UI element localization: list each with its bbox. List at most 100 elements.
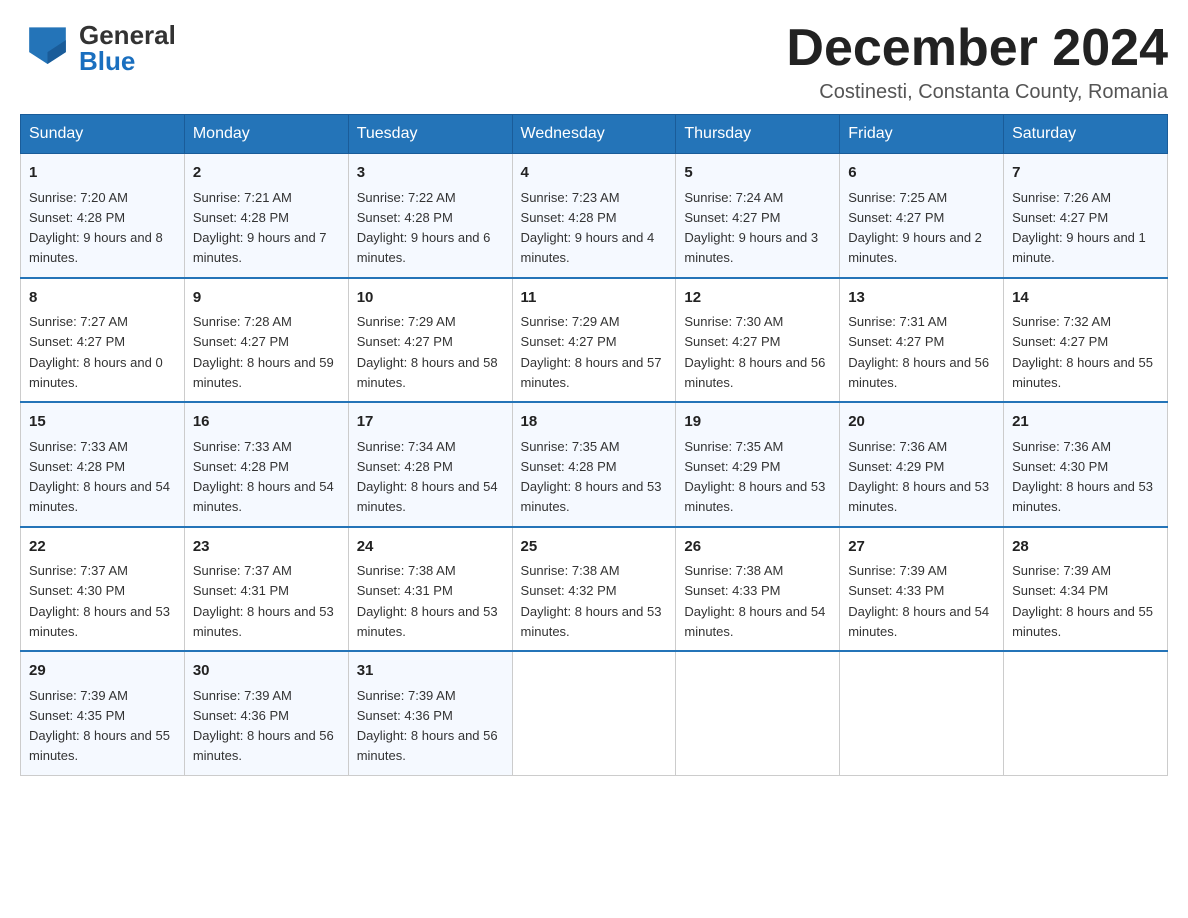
day-number: 27 xyxy=(848,536,995,559)
day-info: Sunrise: 7:32 AMSunset: 4:27 PMDaylight:… xyxy=(1012,314,1153,390)
calendar-cell xyxy=(1004,651,1168,775)
day-number: 28 xyxy=(1012,536,1159,559)
calendar-cell: 1 Sunrise: 7:20 AMSunset: 4:28 PMDayligh… xyxy=(21,154,185,278)
calendar-week-1: 1 Sunrise: 7:20 AMSunset: 4:28 PMDayligh… xyxy=(21,154,1168,278)
calendar-cell: 14 Sunrise: 7:32 AMSunset: 4:27 PMDaylig… xyxy=(1004,278,1168,403)
day-info: Sunrise: 7:27 AMSunset: 4:27 PMDaylight:… xyxy=(29,314,163,390)
day-info: Sunrise: 7:28 AMSunset: 4:27 PMDaylight:… xyxy=(193,314,334,390)
calendar-cell: 20 Sunrise: 7:36 AMSunset: 4:29 PMDaylig… xyxy=(840,402,1004,527)
day-number: 20 xyxy=(848,411,995,434)
day-info: Sunrise: 7:39 AMSunset: 4:36 PMDaylight:… xyxy=(193,688,334,764)
calendar-cell: 25 Sunrise: 7:38 AMSunset: 4:32 PMDaylig… xyxy=(512,527,676,652)
day-info: Sunrise: 7:30 AMSunset: 4:27 PMDaylight:… xyxy=(684,314,825,390)
weekday-header-friday: Friday xyxy=(840,115,1004,154)
calendar-cell: 8 Sunrise: 7:27 AMSunset: 4:27 PMDayligh… xyxy=(21,278,185,403)
calendar-cell: 10 Sunrise: 7:29 AMSunset: 4:27 PMDaylig… xyxy=(348,278,512,403)
calendar-cell: 22 Sunrise: 7:37 AMSunset: 4:30 PMDaylig… xyxy=(21,527,185,652)
day-number: 30 xyxy=(193,660,340,683)
day-info: Sunrise: 7:37 AMSunset: 4:31 PMDaylight:… xyxy=(193,563,334,639)
day-info: Sunrise: 7:21 AMSunset: 4:28 PMDaylight:… xyxy=(193,190,327,266)
calendar-cell xyxy=(676,651,840,775)
logo: General Blue xyxy=(20,20,176,75)
location-subtitle: Costinesti, Constanta County, Romania xyxy=(786,81,1168,104)
day-info: Sunrise: 7:31 AMSunset: 4:27 PMDaylight:… xyxy=(848,314,989,390)
calendar-cell: 2 Sunrise: 7:21 AMSunset: 4:28 PMDayligh… xyxy=(184,154,348,278)
day-number: 10 xyxy=(357,287,504,310)
day-info: Sunrise: 7:38 AMSunset: 4:33 PMDaylight:… xyxy=(684,563,825,639)
day-info: Sunrise: 7:26 AMSunset: 4:27 PMDaylight:… xyxy=(1012,190,1146,266)
calendar-cell: 21 Sunrise: 7:36 AMSunset: 4:30 PMDaylig… xyxy=(1004,402,1168,527)
calendar-cell: 29 Sunrise: 7:39 AMSunset: 4:35 PMDaylig… xyxy=(21,651,185,775)
day-number: 29 xyxy=(29,660,176,683)
day-number: 1 xyxy=(29,162,176,185)
calendar-week-3: 15 Sunrise: 7:33 AMSunset: 4:28 PMDaylig… xyxy=(21,402,1168,527)
day-number: 11 xyxy=(521,287,668,310)
day-info: Sunrise: 7:39 AMSunset: 4:34 PMDaylight:… xyxy=(1012,563,1153,639)
calendar-week-5: 29 Sunrise: 7:39 AMSunset: 4:35 PMDaylig… xyxy=(21,651,1168,775)
day-info: Sunrise: 7:22 AMSunset: 4:28 PMDaylight:… xyxy=(357,190,491,266)
calendar-cell: 7 Sunrise: 7:26 AMSunset: 4:27 PMDayligh… xyxy=(1004,154,1168,278)
weekday-header-monday: Monday xyxy=(184,115,348,154)
weekday-header-sunday: Sunday xyxy=(21,115,185,154)
day-info: Sunrise: 7:36 AMSunset: 4:30 PMDaylight:… xyxy=(1012,439,1153,515)
calendar-cell: 15 Sunrise: 7:33 AMSunset: 4:28 PMDaylig… xyxy=(21,402,185,527)
day-number: 4 xyxy=(521,162,668,185)
day-info: Sunrise: 7:38 AMSunset: 4:32 PMDaylight:… xyxy=(521,563,662,639)
day-number: 9 xyxy=(193,287,340,310)
calendar-cell: 4 Sunrise: 7:23 AMSunset: 4:28 PMDayligh… xyxy=(512,154,676,278)
day-number: 3 xyxy=(357,162,504,185)
day-number: 16 xyxy=(193,411,340,434)
calendar-cell: 9 Sunrise: 7:28 AMSunset: 4:27 PMDayligh… xyxy=(184,278,348,403)
day-number: 8 xyxy=(29,287,176,310)
day-info: Sunrise: 7:33 AMSunset: 4:28 PMDaylight:… xyxy=(29,439,170,515)
day-number: 7 xyxy=(1012,162,1159,185)
day-info: Sunrise: 7:20 AMSunset: 4:28 PMDaylight:… xyxy=(29,190,163,266)
day-info: Sunrise: 7:33 AMSunset: 4:28 PMDaylight:… xyxy=(193,439,334,515)
calendar-cell: 26 Sunrise: 7:38 AMSunset: 4:33 PMDaylig… xyxy=(676,527,840,652)
month-title: December 2024 xyxy=(786,20,1168,77)
calendar-table: SundayMondayTuesdayWednesdayThursdayFrid… xyxy=(20,114,1168,776)
calendar-cell: 12 Sunrise: 7:30 AMSunset: 4:27 PMDaylig… xyxy=(676,278,840,403)
calendar-cell: 3 Sunrise: 7:22 AMSunset: 4:28 PMDayligh… xyxy=(348,154,512,278)
day-info: Sunrise: 7:39 AMSunset: 4:35 PMDaylight:… xyxy=(29,688,170,764)
calendar-cell: 31 Sunrise: 7:39 AMSunset: 4:36 PMDaylig… xyxy=(348,651,512,775)
day-info: Sunrise: 7:24 AMSunset: 4:27 PMDaylight:… xyxy=(684,190,818,266)
weekday-header-wednesday: Wednesday xyxy=(512,115,676,154)
day-info: Sunrise: 7:35 AMSunset: 4:28 PMDaylight:… xyxy=(521,439,662,515)
calendar-cell: 11 Sunrise: 7:29 AMSunset: 4:27 PMDaylig… xyxy=(512,278,676,403)
calendar-cell: 23 Sunrise: 7:37 AMSunset: 4:31 PMDaylig… xyxy=(184,527,348,652)
calendar-week-2: 8 Sunrise: 7:27 AMSunset: 4:27 PMDayligh… xyxy=(21,278,1168,403)
day-info: Sunrise: 7:29 AMSunset: 4:27 PMDaylight:… xyxy=(521,314,662,390)
day-info: Sunrise: 7:25 AMSunset: 4:27 PMDaylight:… xyxy=(848,190,982,266)
calendar-cell: 13 Sunrise: 7:31 AMSunset: 4:27 PMDaylig… xyxy=(840,278,1004,403)
day-number: 17 xyxy=(357,411,504,434)
day-info: Sunrise: 7:29 AMSunset: 4:27 PMDaylight:… xyxy=(357,314,498,390)
weekday-header-thursday: Thursday xyxy=(676,115,840,154)
calendar-cell: 19 Sunrise: 7:35 AMSunset: 4:29 PMDaylig… xyxy=(676,402,840,527)
day-number: 26 xyxy=(684,536,831,559)
logo-icon xyxy=(20,20,75,75)
weekday-header-row: SundayMondayTuesdayWednesdayThursdayFrid… xyxy=(21,115,1168,154)
page-header: General Blue December 2024 Costinesti, C… xyxy=(20,20,1168,104)
day-info: Sunrise: 7:39 AMSunset: 4:33 PMDaylight:… xyxy=(848,563,989,639)
day-info: Sunrise: 7:38 AMSunset: 4:31 PMDaylight:… xyxy=(357,563,498,639)
day-info: Sunrise: 7:36 AMSunset: 4:29 PMDaylight:… xyxy=(848,439,989,515)
calendar-cell: 28 Sunrise: 7:39 AMSunset: 4:34 PMDaylig… xyxy=(1004,527,1168,652)
calendar-cell: 27 Sunrise: 7:39 AMSunset: 4:33 PMDaylig… xyxy=(840,527,1004,652)
calendar-cell: 5 Sunrise: 7:24 AMSunset: 4:27 PMDayligh… xyxy=(676,154,840,278)
day-number: 15 xyxy=(29,411,176,434)
day-number: 6 xyxy=(848,162,995,185)
calendar-week-4: 22 Sunrise: 7:37 AMSunset: 4:30 PMDaylig… xyxy=(21,527,1168,652)
day-number: 12 xyxy=(684,287,831,310)
day-number: 31 xyxy=(357,660,504,683)
day-info: Sunrise: 7:23 AMSunset: 4:28 PMDaylight:… xyxy=(521,190,655,266)
calendar-cell xyxy=(512,651,676,775)
calendar-cell: 6 Sunrise: 7:25 AMSunset: 4:27 PMDayligh… xyxy=(840,154,1004,278)
calendar-cell: 24 Sunrise: 7:38 AMSunset: 4:31 PMDaylig… xyxy=(348,527,512,652)
day-info: Sunrise: 7:35 AMSunset: 4:29 PMDaylight:… xyxy=(684,439,825,515)
logo-general: General xyxy=(79,22,176,48)
logo-text: General Blue xyxy=(79,22,176,74)
calendar-cell xyxy=(840,651,1004,775)
day-number: 18 xyxy=(521,411,668,434)
day-number: 19 xyxy=(684,411,831,434)
